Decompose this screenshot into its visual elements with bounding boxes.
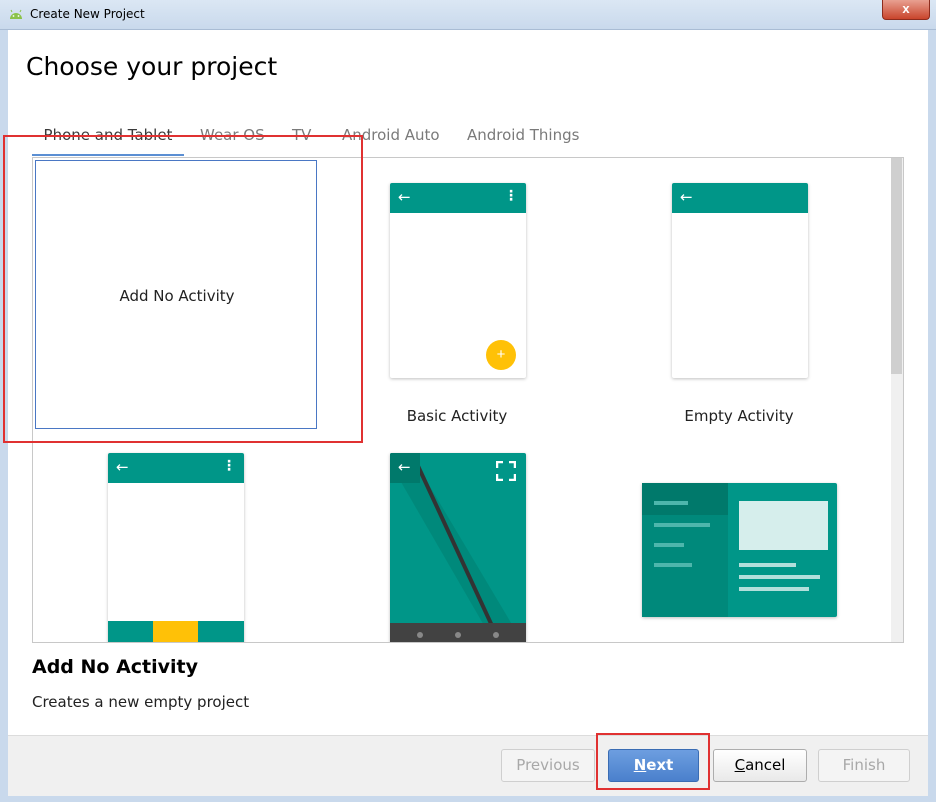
fullscreen-icon xyxy=(496,461,516,481)
page-title: Choose your project xyxy=(26,52,278,81)
close-icon: x xyxy=(902,1,910,16)
template-basic-activity[interactable]: ← ⋮ + xyxy=(390,183,526,378)
template-master-detail-flow[interactable] xyxy=(642,483,837,617)
app-bar: ← ⋮ xyxy=(390,183,526,213)
gallery-scrollbar[interactable] xyxy=(891,158,903,642)
bottom-navigation-selected-item xyxy=(153,621,198,642)
tab-android-things[interactable]: Android Things xyxy=(467,122,579,156)
title-bar: Create New Project x xyxy=(0,0,936,30)
master-detail-preview xyxy=(642,483,828,617)
selected-template-title: Add No Activity xyxy=(32,656,199,678)
gallery-scrollbar-thumb[interactable] xyxy=(891,158,902,374)
selected-template-description: Creates a new empty project xyxy=(32,693,250,711)
android-icon xyxy=(10,9,22,19)
fullscreen-preview xyxy=(390,453,526,642)
cancel-mnemonic: C xyxy=(734,756,746,774)
window-frame-bottom xyxy=(0,796,936,802)
template-label: Empty Activity xyxy=(684,407,794,425)
bottom-navigation-bar xyxy=(108,621,244,642)
overflow-menu-icon: ⋮ xyxy=(504,188,518,204)
window-frame-right xyxy=(928,30,936,802)
back-arrow-icon: ← xyxy=(398,188,411,206)
back-arrow-icon: ← xyxy=(398,458,411,476)
cancel-button[interactable]: Cancel xyxy=(713,749,807,782)
template-empty-activity[interactable]: ← xyxy=(672,183,808,378)
fab-plus-icon: + xyxy=(486,340,516,370)
back-arrow-icon: ← xyxy=(680,188,693,206)
close-button[interactable]: x xyxy=(882,0,930,20)
app-bar: ← ⋮ xyxy=(108,453,244,483)
finish-button[interactable]: Finish xyxy=(818,749,910,782)
overflow-menu-icon: ⋮ xyxy=(222,458,236,474)
back-arrow-icon: ← xyxy=(116,458,129,476)
highlight-box-selected-template xyxy=(3,135,363,443)
cancel-label: ancel xyxy=(745,756,786,774)
window-title: Create New Project xyxy=(30,7,145,21)
template-bottom-navigation-activity[interactable]: ← ⋮ xyxy=(108,453,244,642)
template-fullscreen-activity[interactable]: ← xyxy=(390,453,526,642)
previous-button[interactable]: Previous xyxy=(501,749,595,782)
app-bar: ← xyxy=(672,183,808,213)
highlight-box-next-button xyxy=(596,733,710,790)
